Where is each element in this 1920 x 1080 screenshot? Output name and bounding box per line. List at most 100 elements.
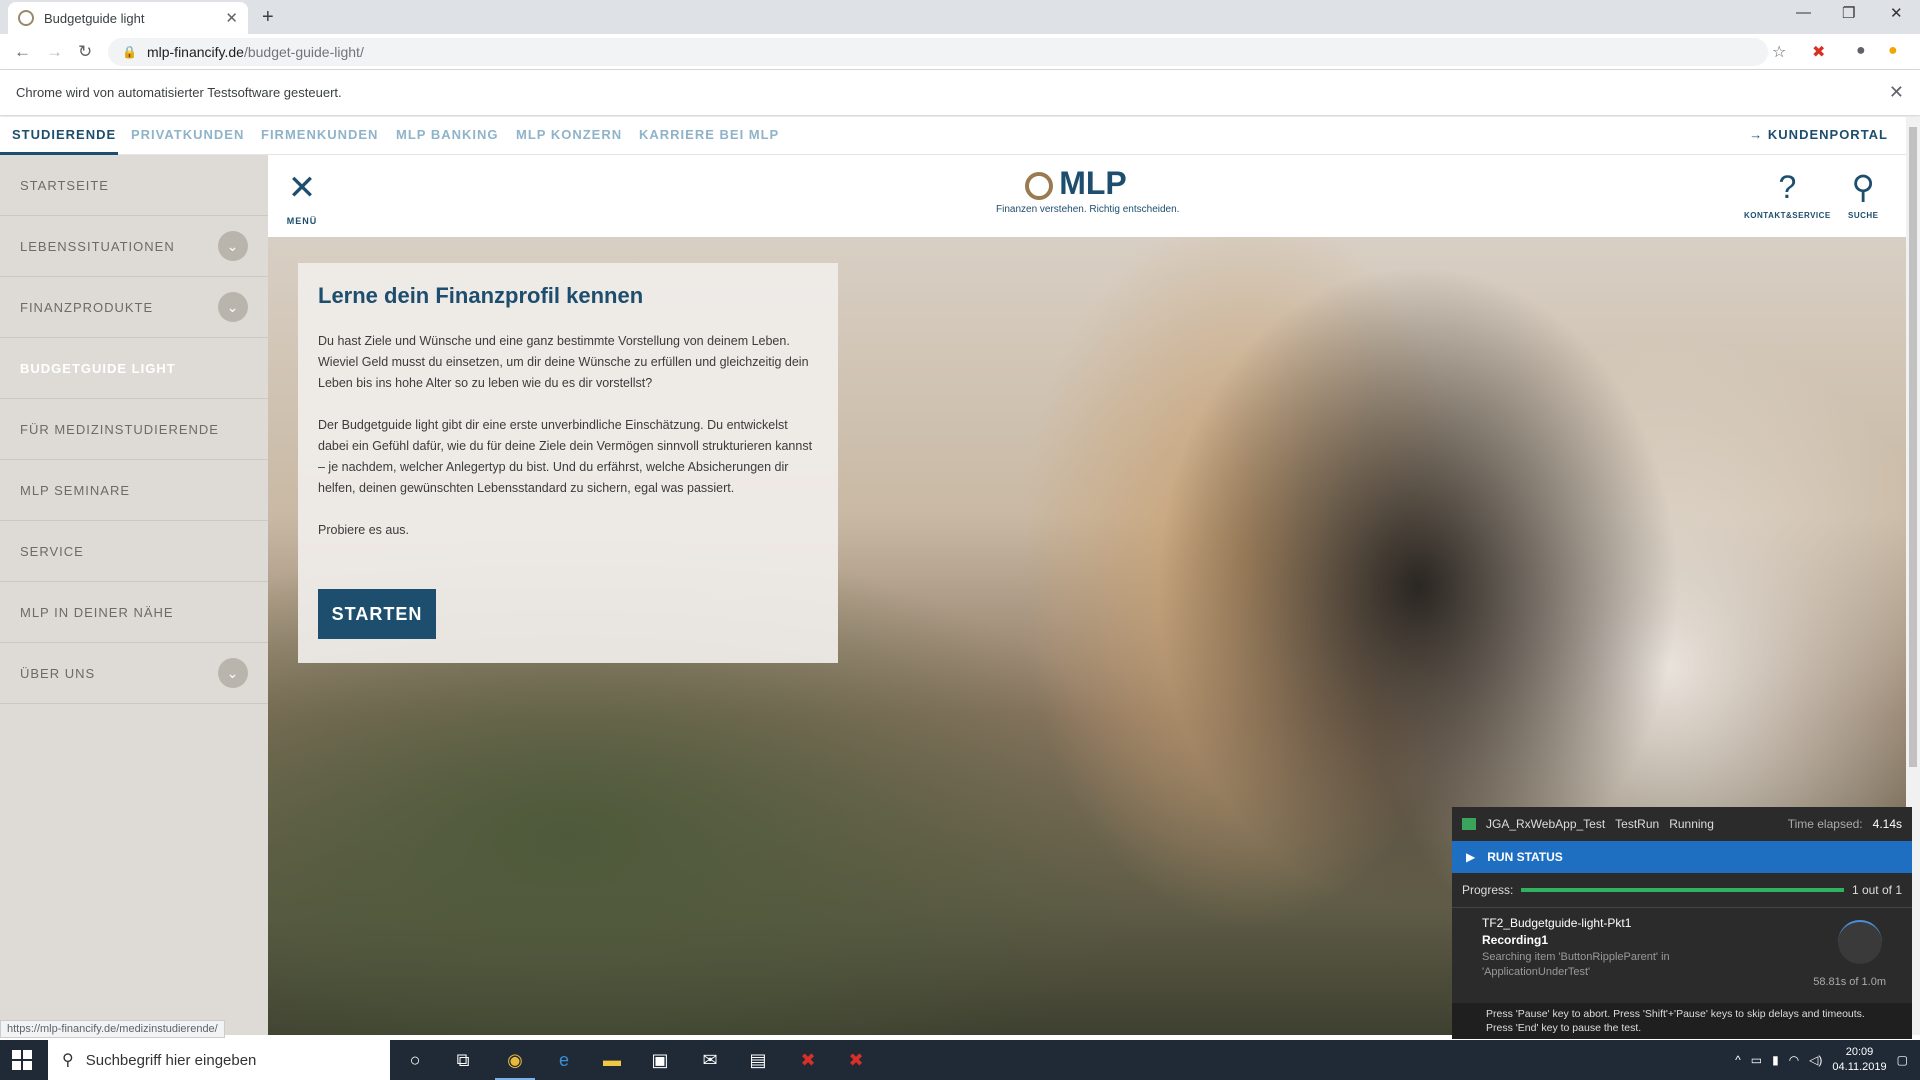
profile-icon[interactable]: ●: [1856, 42, 1866, 60]
minimize-icon[interactable]: —: [1796, 4, 1811, 21]
sidebar-item-naehe[interactable]: MLP IN DEINER NÄHE: [0, 582, 268, 643]
rx-testcase: TF2_Budgetguide-light-Pkt1: [1482, 916, 1632, 930]
sidebar-item-label: ÜBER UNS: [20, 665, 96, 681]
update-icon[interactable]: ●: [1888, 42, 1898, 60]
chevron-down-icon[interactable]: ⌄: [218, 231, 248, 261]
system-tray: ^ ▭ ▮ ◠ ◁) 20:09 04.11.2019 ▢: [1735, 1040, 1920, 1080]
back-icon[interactable]: ←: [14, 42, 31, 62]
rx-elapsed: 4.14s: [1872, 817, 1902, 831]
sidebar-item-service[interactable]: SERVICE: [0, 521, 268, 582]
task-view-icon[interactable]: ⧉: [451, 1048, 475, 1072]
battery-icon[interactable]: ▮: [1772, 1053, 1779, 1067]
notifications-icon[interactable]: ▢: [1897, 1053, 1908, 1067]
edge-icon[interactable]: e: [552, 1048, 576, 1072]
browser-tab[interactable]: Budgetguide light ✕: [8, 2, 248, 34]
rx-timeout-circle: [1838, 920, 1882, 964]
sidebar-item-startseite[interactable]: STARTSEITE: [0, 155, 268, 216]
mlp-logo[interactable]: MLP Finanzen verstehen. Richtig entschei…: [996, 165, 1180, 215]
kontakt-label: KONTAKT&SERVICE: [1744, 211, 1831, 220]
ranorex-extension-icon[interactable]: ✖: [1812, 42, 1825, 62]
sidebar-item-ueber-uns[interactable]: ÜBER UNS ⌄: [0, 643, 268, 704]
volume-icon[interactable]: ◁): [1809, 1053, 1822, 1067]
close-window-icon[interactable]: ✕: [1890, 4, 1903, 22]
ranorex-studio-icon[interactable]: ✖: [796, 1048, 820, 1072]
site-topnav: STUDIERENDE PRIVATKUNDEN FIRMENKUNDEN ML…: [0, 117, 1906, 155]
address-bar[interactable]: 🔒 mlp-financify.de/budget-guide-light/: [108, 38, 1768, 66]
topnav-karriere[interactable]: KARRIERE BEI MLP: [639, 127, 779, 142]
windows-start-icon[interactable]: [12, 1050, 32, 1070]
scrollbar-thumb[interactable]: [1909, 127, 1917, 767]
sidebar-item-medizinstudierende[interactable]: FÜR MEDIZINSTUDIERENDE: [0, 399, 268, 460]
mail-icon[interactable]: ✉: [698, 1048, 722, 1072]
sidebar-item-finanzprodukte[interactable]: FINANZPRODUKTE ⌄: [0, 277, 268, 338]
new-tab-icon[interactable]: +: [262, 6, 274, 29]
rx-project: JGA_RxWebApp_Test: [1486, 817, 1606, 831]
rx-hint-1: Press 'Pause' key to abort. Press 'Shift…: [1486, 1008, 1865, 1020]
sidebar-item-label: FINANZPRODUKTE: [20, 299, 154, 315]
kundenportal-link[interactable]: → KUNDENPORTAL: [1749, 127, 1888, 142]
rx-run-status-bar[interactable]: ▶ RUN STATUS: [1452, 841, 1912, 873]
sidebar-item-label: SERVICE: [20, 543, 84, 559]
rx-progress-fill: [1521, 888, 1844, 892]
chevron-down-icon[interactable]: ⌄: [218, 292, 248, 322]
screen: Budgetguide light ✕ + — ❐ ✕ ← → ↻ 🔒 mlp-…: [0, 0, 1920, 1080]
app-icon[interactable]: ▤: [746, 1048, 770, 1072]
mlp-seal-icon: [1025, 171, 1054, 200]
forward-icon[interactable]: →: [46, 42, 63, 62]
store-icon[interactable]: ▣: [648, 1048, 672, 1072]
sidebar-item-lebenssituationen[interactable]: LEBENSSITUATIONEN ⌄: [0, 216, 268, 277]
logo-text: MLP: [1059, 165, 1127, 201]
lock-icon: 🔒: [122, 45, 137, 59]
play-icon: ▶: [1466, 850, 1476, 864]
close-menu-icon: ✕: [287, 169, 317, 207]
tab-title: Budgetguide light: [44, 10, 145, 26]
topnav-mlp-banking[interactable]: MLP BANKING: [396, 127, 498, 142]
menu-close-button[interactable]: ✕ MENÜ: [268, 155, 336, 237]
rx-searching: Searching item 'ButtonRippleParent' in '…: [1482, 951, 1670, 978]
topnav-firmenkunden[interactable]: FIRMENKUNDEN: [261, 127, 378, 142]
sidebar-item-label: MLP IN DEINER NÄHE: [20, 604, 174, 620]
windows-taskbar: ⚲ Suchbegriff hier eingeben ○ ⧉ ◉ e ▬ ▣ …: [0, 1040, 1920, 1080]
close-infobar-icon[interactable]: ✕: [1889, 82, 1904, 103]
cortana-icon[interactable]: ○: [403, 1048, 427, 1072]
start-button[interactable]: STARTEN: [318, 589, 436, 639]
sidebar-item-budgetguide[interactable]: BUDGETGUIDE LIGHT: [0, 338, 268, 399]
search-icon: ⚲: [1851, 169, 1875, 205]
site-header: ✕ MENÜ MLP Finanzen verstehen. Richtig e…: [268, 155, 1906, 237]
logo-tagline: Finanzen verstehen. Richtig entscheiden.: [996, 204, 1180, 215]
sidebar-item-seminare[interactable]: MLP SEMINARE: [0, 460, 268, 521]
reload-icon[interactable]: ↻: [78, 42, 92, 62]
chevron-down-icon[interactable]: ⌄: [218, 658, 248, 688]
intro-card: Lerne dein Finanzprofil kennen Du hast Z…: [298, 263, 838, 663]
topnav-privatkunden[interactable]: PRIVATKUNDEN: [131, 127, 244, 142]
url-host: mlp-financify.de: [146, 44, 244, 60]
network-icon[interactable]: ▭: [1751, 1053, 1762, 1067]
rx-run: TestRun: [1615, 817, 1660, 831]
rx-elapsed-label: Time elapsed:: [1787, 817, 1863, 831]
mlp-favicon-icon: [18, 10, 34, 26]
taskbar-search[interactable]: ⚲ Suchbegriff hier eingeben: [48, 1040, 390, 1080]
file-explorer-icon[interactable]: ▬: [600, 1048, 624, 1072]
rx-progress-text: 1 out of 1: [1851, 883, 1902, 897]
ranorex-recorder-icon[interactable]: ✖: [844, 1048, 868, 1072]
url-path: /budget-guide-light/: [243, 44, 364, 60]
close-tab-icon[interactable]: ✕: [225, 9, 238, 27]
sidebar-item-label: BUDGETGUIDE LIGHT: [20, 360, 176, 376]
suche-label: SUCHE: [1848, 211, 1879, 220]
card-paragraph-3: Probiere es aus.: [318, 523, 410, 537]
clock[interactable]: 20:09 04.11.2019: [1832, 1045, 1886, 1075]
wifi-icon[interactable]: ◠: [1789, 1053, 1799, 1067]
restore-icon[interactable]: ❐: [1842, 4, 1855, 22]
search-button[interactable]: ⚲ SUCHE: [1848, 169, 1879, 223]
topnav-mlp-konzern[interactable]: MLP KONZERN: [516, 127, 622, 142]
ranorex-run-panel: JGA_RxWebApp_Test TestRun Running Time e…: [1452, 807, 1912, 1039]
kontakt-service-button[interactable]: ? KONTAKT&SERVICE: [1744, 169, 1831, 223]
chrome-icon[interactable]: ◉: [503, 1048, 527, 1072]
sidebar-item-label: STARTSEITE: [20, 177, 109, 193]
sidebar-item-label: LEBENSSITUATIONEN: [20, 238, 175, 254]
bookmark-star-icon[interactable]: ☆: [1772, 42, 1786, 62]
topnav-studierende[interactable]: STUDIERENDE: [12, 127, 116, 142]
rx-progress-bar: [1521, 888, 1844, 892]
tray-expand-icon[interactable]: ^: [1735, 1053, 1741, 1067]
rx-run-status: RUN STATUS: [1487, 850, 1563, 864]
